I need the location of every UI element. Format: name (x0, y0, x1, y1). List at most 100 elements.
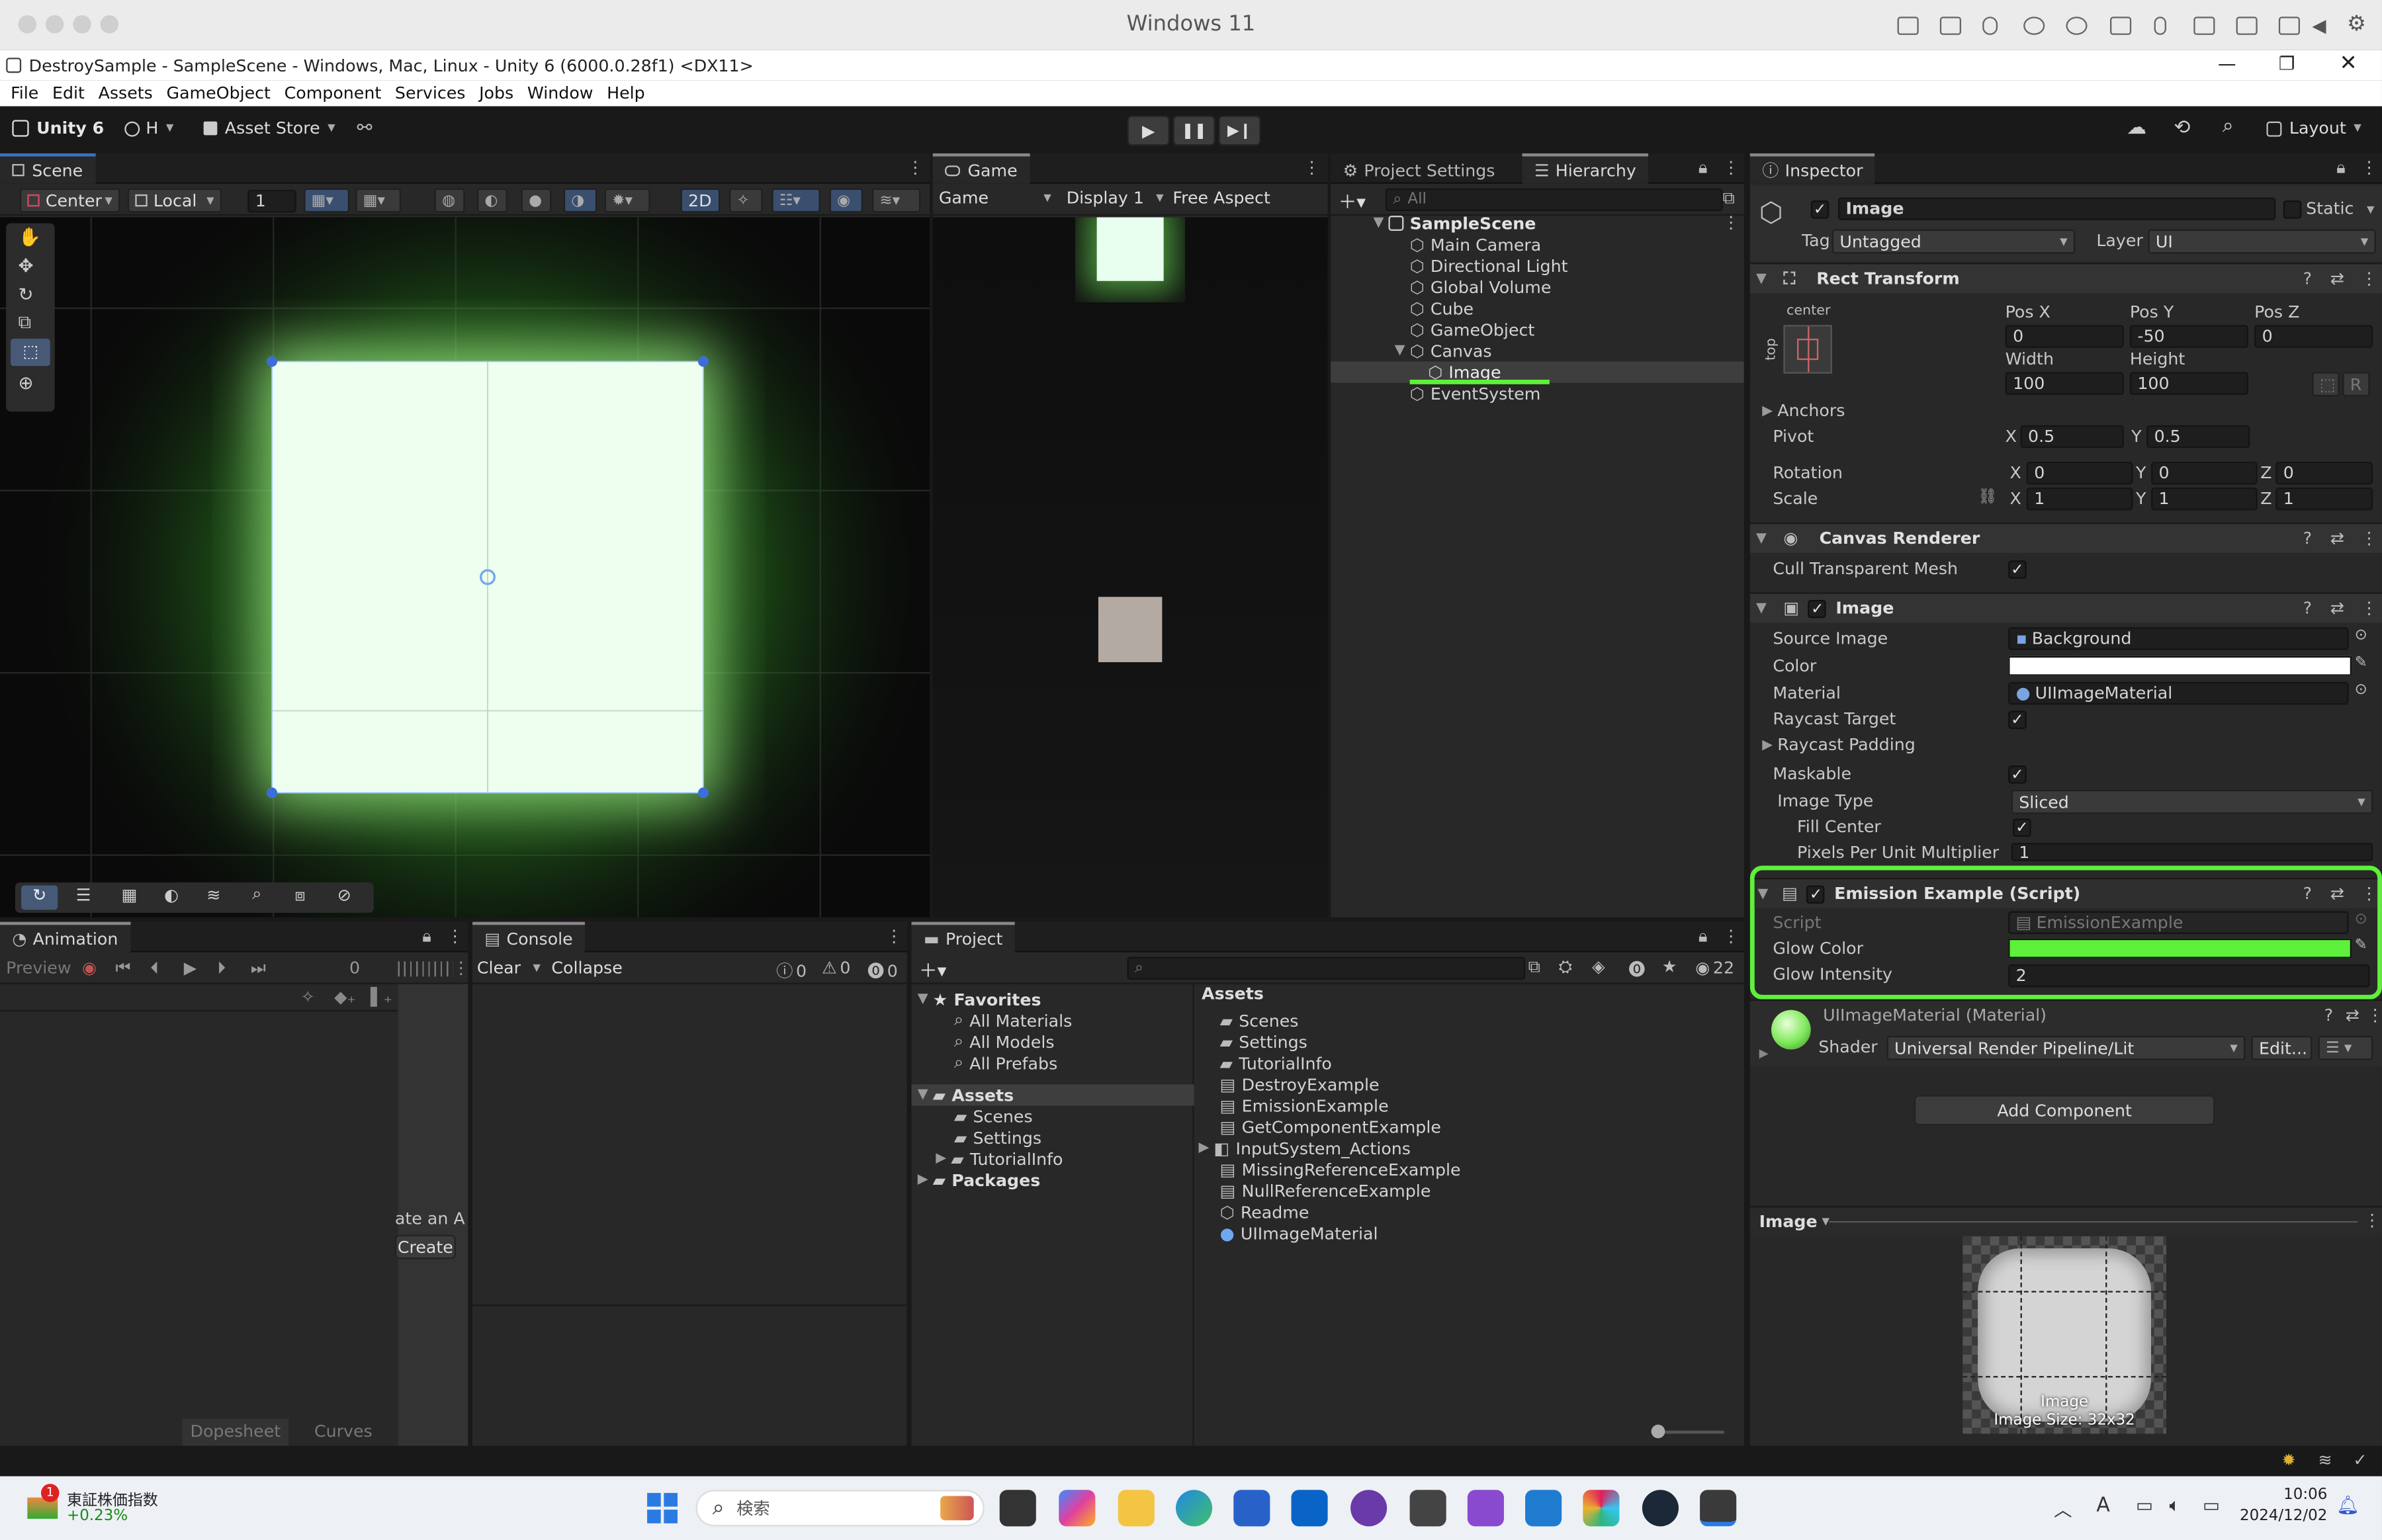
tab-project-settings[interactable]: ⚙ Project Settings (1331, 153, 1507, 184)
hierarchy-item[interactable]: ⬡ Cube (1410, 298, 1474, 319)
usb-icon[interactable] (1982, 17, 1998, 35)
history-icon[interactable]: ⟲ (2174, 117, 2190, 140)
image-type-dropdown[interactable]: Sliced ▾ (2011, 789, 2373, 814)
vscode-icon[interactable] (1525, 1490, 1562, 1527)
shader-options-button[interactable]: ☰ ▾ (2318, 1035, 2373, 1060)
component-menu-icon[interactable]: ⋮ (2361, 599, 2377, 619)
frame-field[interactable]: 0 (349, 959, 360, 978)
game-view-dropdown[interactable]: Game ▾ (939, 189, 1051, 208)
tag-dropdown[interactable]: Untagged ▾ (1831, 229, 2076, 254)
fill-center-checkbox[interactable]: ✓ (2013, 818, 2031, 837)
taskview-icon[interactable] (999, 1490, 1036, 1527)
hand-tool-icon[interactable]: ✋ (19, 226, 41, 247)
active-checkbox[interactable]: ✓ (1810, 200, 1830, 219)
asset-item[interactable]: ▤ EmissionExample (1220, 1095, 1389, 1116)
taskbar-search[interactable]: ⌕ 検索 (695, 1490, 985, 1527)
lock-icon[interactable]: 🔒︎ (1698, 926, 1707, 947)
scene-kebab-icon[interactable]: ⋮ (1723, 212, 1740, 232)
battery-icon[interactable]: ▭ (2203, 1494, 2220, 1516)
blueprint-button[interactable]: ⬚ (2312, 372, 2340, 397)
help-icon[interactable]: ? (2303, 269, 2312, 288)
chevron-up-icon[interactable]: ︿ (2054, 1496, 2072, 1521)
drive-icon[interactable] (2193, 17, 2215, 35)
cloud-icon[interactable]: ☁ (2127, 117, 2146, 140)
preset-icon[interactable]: ⇄ (2330, 884, 2344, 904)
menu-gameobject[interactable]: GameObject (167, 83, 271, 103)
tab-hierarchy[interactable]: ☰ Hierarchy (1522, 153, 1649, 184)
anchor-preset-button[interactable] (1783, 325, 1832, 374)
raycast-padding-foldout[interactable]: ▶ Raycast Padding (1762, 732, 1916, 758)
wireframe-button[interactable]: ◑ (563, 188, 597, 213)
volume-mute-icon[interactable]: 🔈︎ (2170, 1494, 2181, 1517)
component-menu-icon[interactable]: ⋮ (2361, 884, 2377, 904)
hierarchy-item[interactable]: ⬡ Global Volume (1410, 277, 1552, 298)
kebab-menu-icon[interactable]: ⋮ (886, 926, 903, 946)
lock-icon[interactable]: 🔒︎ (2336, 158, 2345, 179)
tab-animation[interactable]: ◔ Animation (0, 921, 130, 953)
hierarchy-search-input[interactable]: ⌕ All (1385, 188, 1723, 212)
menu-edit[interactable]: Edit (52, 83, 85, 103)
hierarchy-item[interactable]: ⬡ EventSystem (1410, 383, 1541, 404)
scale-z-field[interactable]: 1 (2275, 487, 2373, 511)
snap-increment-button[interactable]: ▦▾ (355, 188, 402, 213)
clear-dropdown[interactable]: Clear ▾ (477, 959, 541, 978)
raycast-target-checkbox[interactable]: ✓ (2008, 710, 2027, 730)
favorite-item[interactable]: ⌕ All Prefabs (954, 1052, 1057, 1074)
unity-editor-icon[interactable] (1700, 1490, 1737, 1527)
preset-icon[interactable]: ⇄ (2330, 599, 2344, 619)
link-icon[interactable]: ⛓ (1978, 489, 1997, 505)
tab-project[interactable]: ▬ Project (911, 921, 1015, 953)
raw-edit-button[interactable]: R (2342, 372, 2370, 397)
kebab-menu-icon[interactable]: ⋮ (453, 959, 469, 978)
slack-icon[interactable] (1583, 1490, 1620, 1527)
filter-type-icon[interactable]: ⛭ (1559, 957, 1572, 978)
share-icon[interactable] (2278, 17, 2300, 35)
asset-store-dropdown[interactable]: Asset Store ▾ (203, 118, 335, 138)
rect-transform-header[interactable]: ▼ ⛶ Rect Transform ? ⇄ ⋮ (1749, 263, 2382, 294)
object-name-field[interactable]: Image (1838, 197, 2276, 220)
help-icon[interactable]: ? (2324, 1005, 2333, 1025)
draw-mode-button[interactable]: ◍ (434, 188, 465, 213)
tab-inspector[interactable]: ⓘ Inspector (1749, 153, 1875, 184)
chip-icon[interactable] (1939, 17, 1962, 35)
keyboard-icon[interactable] (1897, 17, 1919, 35)
image-component-header[interactable]: ▼ ▣ ✓ Image ? ⇄ ⋮ (1749, 592, 2382, 623)
last-frame-icon[interactable]: ⏭ (251, 959, 266, 980)
asset-folder-item[interactable]: ▰ Settings (954, 1127, 1041, 1148)
debug-button[interactable]: ✹▾ (604, 188, 650, 213)
network-icon[interactable]: ▭ (2136, 1494, 2153, 1516)
pivot-x-field[interactable]: 0.5 (2020, 425, 2124, 449)
hierarchy-item[interactable]: ⬡ GameObject (1410, 319, 1535, 340)
asset-item[interactable]: ▤ MissingReferenceExample (1220, 1159, 1461, 1180)
asset-item[interactable]: ● UIImageMaterial (1220, 1222, 1378, 1244)
rot-y-field[interactable]: 0 (2150, 461, 2258, 485)
visibility-button[interactable]: ◉ (829, 188, 863, 213)
add-object-button[interactable]: ＋▾ (1339, 189, 1366, 214)
gear-icon[interactable]: ⚙ (2347, 12, 2366, 36)
rot-x-field[interactable]: 0 (2026, 461, 2133, 485)
favorite-item[interactable]: ⌕ All Materials (954, 1010, 1072, 1031)
asset-item[interactable]: ▶ ◧ InputSystem_Actions (1198, 1138, 1410, 1159)
width-field[interactable]: 100 (2005, 372, 2124, 395)
warning-filter-icon[interactable]: ⓿ (1628, 957, 1645, 981)
assets-folder[interactable]: ▼ ▰ Assets (918, 1084, 1014, 1105)
emission-enabled-checkbox[interactable]: ✓ (1806, 884, 1826, 903)
add-component-button[interactable]: Add Component (1914, 1095, 2215, 1126)
back-icon[interactable]: ◀ (2312, 15, 2326, 36)
steam-icon[interactable] (1642, 1490, 1679, 1527)
component-menu-icon[interactable]: ⋮ (2361, 529, 2377, 548)
menu-jobs[interactable]: Jobs (479, 83, 513, 103)
step-button[interactable]: ▶❙ (1218, 115, 1261, 146)
menu-services[interactable]: Services (395, 83, 466, 103)
layer-dropdown[interactable]: UI ▾ (2148, 229, 2376, 254)
menu-help[interactable]: Help (607, 83, 645, 103)
lighting-button[interactable]: ✧ (729, 188, 763, 213)
aspect-dropdown[interactable]: Free Aspect (1172, 189, 1325, 208)
asset-folder-item[interactable]: ▶ ▰ TutorialInfo (936, 1148, 1063, 1170)
version-control-icon[interactable]: ⚯ (357, 117, 373, 138)
menu-component[interactable]: Component (285, 83, 382, 103)
tilemap-icon[interactable]: ☰ (76, 886, 91, 906)
asset-item[interactable]: ▰ TutorialInfo (1220, 1052, 1332, 1074)
menu-file[interactable]: File (11, 83, 38, 103)
posz-field[interactable]: 0 (2254, 325, 2373, 348)
